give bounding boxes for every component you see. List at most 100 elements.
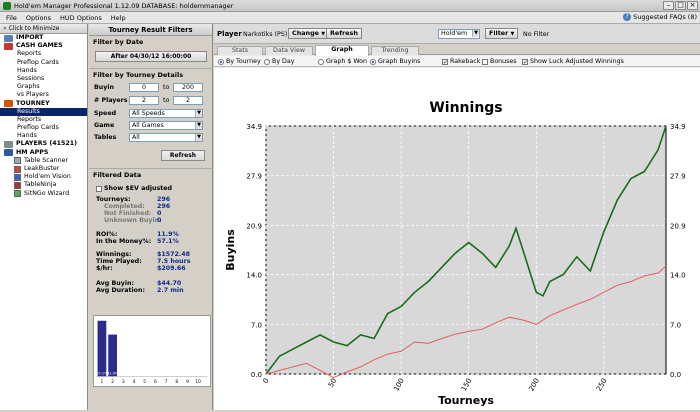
x-tick-label: 200: [527, 377, 541, 393]
x-tick-label: 250: [595, 377, 609, 393]
menu-hud-options[interactable]: HUD Options: [60, 14, 102, 22]
completed-value: 296: [157, 203, 171, 210]
nav-players[interactable]: PLAYERS (41521): [0, 140, 87, 149]
menu-options[interactable]: Options: [26, 14, 51, 22]
nav-cash-sessions[interactable]: Sessions: [0, 75, 87, 83]
filters-refresh-button[interactable]: Refresh: [161, 150, 205, 161]
y-tick-label-right: 7.0: [670, 321, 681, 329]
checkbox-icon: [96, 185, 102, 192]
menu-help[interactable]: Help: [111, 14, 126, 22]
nav-tourney-results[interactable]: Results: [0, 107, 87, 116]
nav-tourney-preflop-cards[interactable]: Preflop Cards: [0, 124, 87, 132]
tables-select-value: All: [132, 134, 140, 141]
itm-label: In the Money%:: [96, 238, 152, 245]
suggested-faqs-link[interactable]: ? Suggested FAQs (8): [623, 13, 697, 21]
nav-app-sitngo-wizard[interactable]: SitNGo Wizard: [0, 190, 87, 198]
sev-adjusted-label: Show $EV adjusted: [104, 185, 173, 192]
tableninja-icon: [14, 181, 21, 189]
chevron-down-icon: ▼: [321, 31, 326, 37]
menu-bar: File Options HUD Options Help ? Suggeste…: [0, 12, 700, 24]
nav-app-leakbuster[interactable]: LeakBuster: [0, 165, 87, 173]
luck-adjusted-checkbox[interactable]: ✓ Show Luck Adjusted Winnings: [522, 58, 624, 65]
nav-cash-games-label: CASH GAMES: [16, 42, 63, 50]
chevron-down-icon: ▼: [195, 122, 202, 129]
nav-app-tableninja[interactable]: TableNinja: [0, 181, 87, 189]
change-player-button[interactable]: Change ▼: [288, 28, 330, 39]
maximize-window-button[interactable]: □: [675, 1, 686, 10]
close-window-button[interactable]: ×: [687, 1, 698, 10]
y-tick-label-left: 27.9: [246, 173, 262, 181]
nav-tourney-reports[interactable]: Reports: [0, 116, 87, 124]
not-finished-label: Not Finished:: [104, 210, 152, 217]
menu-file[interactable]: File: [6, 14, 17, 22]
nav-cash-hands[interactable]: Hands: [0, 67, 87, 75]
tab-stats[interactable]: Stats: [217, 46, 263, 55]
table-scanner-icon: [14, 157, 21, 165]
tab-graph[interactable]: Graph: [315, 45, 369, 56]
filter-by-date-heading: Filter by Date: [93, 38, 144, 46]
mini-x-tick: 1: [101, 379, 104, 385]
rakeback-checkbox[interactable]: ✓ Rakeback: [442, 58, 480, 65]
buyin-from-input[interactable]: 0: [129, 83, 159, 92]
nav-app-leakbuster-label: LeakBuster: [24, 165, 60, 172]
minimize-sidebar-button[interactable]: « Click to Minimize: [0, 24, 87, 34]
nav-import[interactable]: IMPORT: [0, 34, 87, 42]
roi-label: ROI%:: [96, 231, 118, 238]
nav-hm-apps[interactable]: HM APPS: [0, 149, 87, 157]
nav-cash-reports[interactable]: Reports: [0, 50, 87, 58]
tab-trending[interactable]: Trending: [371, 46, 419, 55]
graph-won-radio[interactable]: Graph $ Won: [318, 58, 367, 65]
sev-adjusted-checkbox[interactable]: Show $EV adjusted: [96, 185, 172, 192]
refresh-button[interactable]: Refresh: [326, 28, 362, 39]
nav-hm-apps-label: HM APPS: [16, 148, 49, 156]
buyin-to-input[interactable]: 200: [173, 83, 203, 92]
graph-won-label: Graph $ Won: [326, 58, 368, 65]
nav-app-holdem-vision[interactable]: Hold'em Vision: [0, 173, 87, 181]
speed-select[interactable]: All Speeds ▼: [129, 109, 203, 118]
filter-button[interactable]: Filter ▼: [485, 28, 519, 39]
x-tick-label: 50: [327, 377, 338, 389]
nav-tourney-hands[interactable]: Hands: [0, 132, 87, 140]
nav-import-label: IMPORT: [16, 34, 44, 41]
nav-app-table-scanner[interactable]: Table Scanner: [0, 157, 87, 165]
nav-app-sitngo-wizard-label: SitNGo Wizard: [24, 189, 70, 197]
mini-x-tick: 7: [165, 379, 168, 385]
mini-bar: [97, 320, 107, 377]
by-day-radio[interactable]: By Day: [264, 58, 294, 65]
nav-tourney[interactable]: TOURNEY: [0, 100, 87, 108]
radio-icon: [218, 58, 224, 65]
y-tick-label-right: 27.9: [670, 173, 686, 181]
x-tick-label: 0: [262, 377, 271, 385]
by-tourney-radio[interactable]: By Tourney: [218, 58, 261, 65]
import-icon: [4, 34, 13, 42]
nav-cash-games[interactable]: CASH GAMES: [0, 42, 87, 50]
cash-games-icon: [4, 42, 13, 50]
game-type-select[interactable]: Hold'em ▼: [438, 29, 480, 39]
time-played-value: 7.5 hours: [157, 258, 191, 265]
players-from-input[interactable]: 2: [129, 96, 159, 105]
nav-cash-graphs[interactable]: Graphs: [0, 83, 87, 91]
tables-select[interactable]: All ▼: [129, 133, 203, 142]
nav-app-tableninja-label: TableNinja: [24, 181, 57, 189]
y-tick-label-left: 14.0: [246, 272, 262, 280]
main-panel: Player Narkotiks (PS) Change ▼ Refresh H…: [214, 24, 700, 410]
graph-buyins-radio[interactable]: Graph Buyins: [370, 58, 420, 65]
chevron-down-icon: ▼: [472, 30, 479, 37]
nav-cash-preflop-cards[interactable]: Preflop Cards: [0, 59, 87, 67]
nav-app-table-scanner-label: Table Scanner: [24, 156, 69, 164]
tab-data-view[interactable]: Data View: [265, 46, 313, 55]
players-to-input[interactable]: 2: [173, 96, 203, 105]
bonuses-checkbox[interactable]: Bonuses: [482, 58, 517, 65]
suggested-faqs-label: Suggested FAQs (8): [633, 13, 697, 21]
date-filter-button[interactable]: After 04/30/12 16:00:00: [95, 51, 207, 62]
filter-by-details-heading: Filter by Tourney Details: [93, 71, 184, 79]
hourly-label: $/hr:: [96, 265, 113, 272]
window-title: Hold'em Manager Professional 1.12.09 DAT…: [14, 1, 234, 10]
mini-bar-label: 42.9%: [107, 371, 119, 375]
not-finished-value: 0: [157, 210, 162, 217]
avg-duration-value: 2.7 min: [157, 287, 184, 294]
y-tick-label-left: 0.0: [251, 371, 262, 379]
nav-cash-vs-players[interactable]: vs Players: [0, 91, 87, 99]
game-select[interactable]: All Games ▼: [129, 121, 203, 130]
minimize-window-button[interactable]: –: [663, 1, 674, 10]
